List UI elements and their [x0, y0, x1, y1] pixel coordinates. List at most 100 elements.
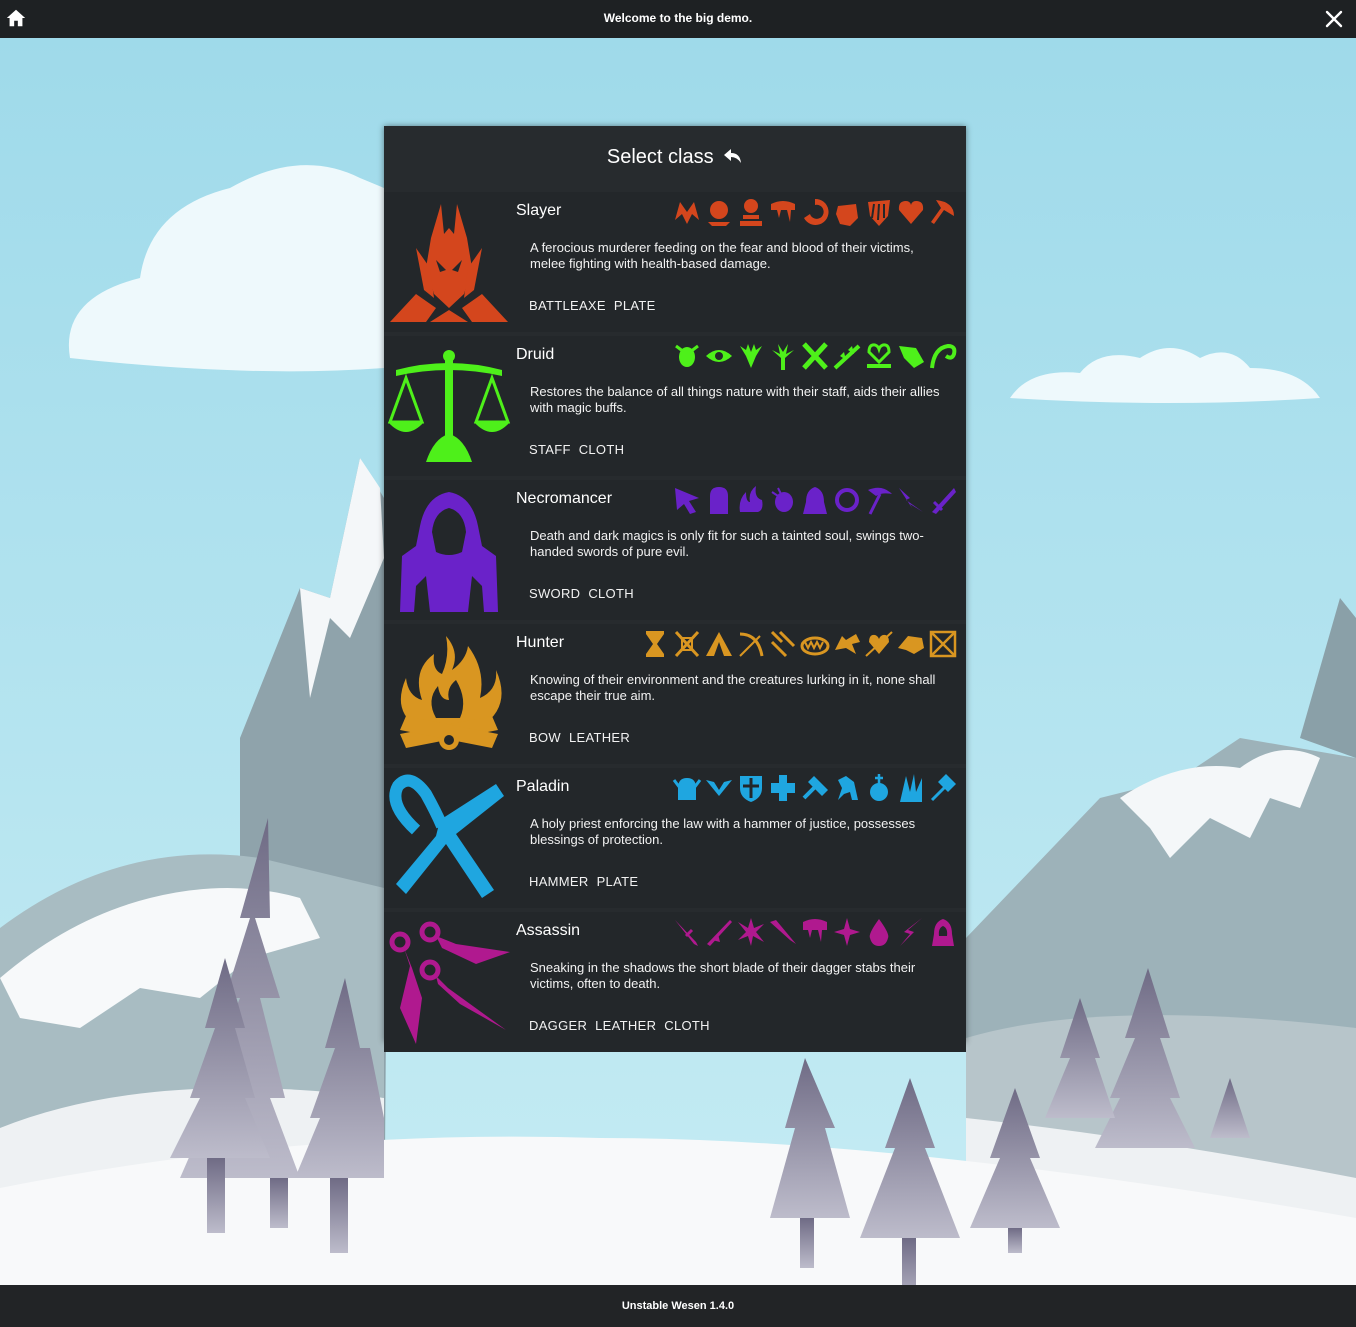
horse-skill-icon: [838, 776, 858, 800]
stag-skill-icon: [740, 344, 762, 368]
skill-icons-row: [672, 484, 958, 518]
gear-armor-alt: CLOTH: [664, 1018, 710, 1033]
star-burst-skill-icon: [738, 918, 764, 946]
class-card-assassin[interactable]: Assassin Sneaking in the shadows the sho…: [384, 912, 966, 1052]
demon-helmet-icon: [390, 204, 508, 322]
gear-armor: LEATHER: [568, 730, 631, 745]
claw-hand-skill-icon: [899, 346, 924, 368]
class-card-hunter[interactable]: Hunter Knowing of their environment and …: [384, 624, 966, 764]
heart-hand-skill-icon: [867, 343, 891, 368]
arrow-cursor-skill-icon: [675, 488, 699, 514]
skull-bones-skill-icon: [708, 201, 730, 226]
class-card-paladin[interactable]: Paladin A holy priest enforcing the law …: [384, 768, 966, 908]
crossed-branches-skill-icon: [802, 342, 828, 370]
throwing-knife-skill-icon: [707, 920, 732, 946]
heart-skill-icon: [898, 201, 924, 224]
leaping-beast-skill-icon: [898, 636, 924, 654]
gear-weapon: DAGGER: [529, 1018, 588, 1033]
class-card-necromancer[interactable]: Necromancer Death and dark magics is onl…: [384, 480, 966, 620]
angel-wings-skill-icon: [706, 780, 732, 796]
skill-icons-row: [672, 340, 958, 374]
crossbow-skill-icon: [929, 630, 957, 658]
arrow-rain-skill-icon: [770, 630, 796, 658]
gear-weapon: HAMMER: [529, 874, 589, 889]
title-bar: Welcome to the big demo.: [0, 0, 1356, 38]
class-gear: DAGGER LEATHER CLOTH: [529, 1018, 718, 1033]
skill-icons-row: [640, 628, 958, 662]
gear-armor: LEATHER: [595, 1018, 657, 1033]
shuriken-skill-icon: [834, 918, 860, 946]
class-select-panel: Select class Slayer A ferocious murderer…: [384, 126, 966, 1052]
eye-skill-icon: [706, 350, 732, 362]
gear-weapon: BOW: [529, 730, 561, 745]
axe-skill-icon: [931, 200, 954, 224]
class-card-druid[interactable]: Druid Restores the balance of all things…: [384, 336, 966, 476]
crossed-arrows-skill-icon: [674, 630, 700, 658]
skill-icons-row: [672, 196, 958, 230]
blood-drip-skill-icon: [771, 201, 795, 222]
version-label: Unstable Wesen 1.4.0: [621, 1300, 735, 1312]
dark-flames-skill-icon: [739, 486, 763, 512]
class-description: A holy priest enforcing the law with a h…: [530, 816, 916, 847]
wind-skill-icon: [930, 343, 957, 369]
hooded-figure-icon: [400, 492, 498, 612]
bear-trap-skill-icon: [800, 636, 830, 656]
lightning-dash-skill-icon: [900, 918, 922, 946]
hooded-mage-skill-icon: [803, 487, 827, 514]
tree-skill-icon: [772, 344, 794, 370]
class-name: Druid: [516, 346, 555, 363]
pierced-heart-skill-icon: [865, 631, 893, 657]
gear-armor: CLOTH: [588, 586, 634, 601]
class-description: Knowing of their environment and the cre…: [530, 672, 936, 703]
skill-icons-row: [672, 772, 958, 806]
class-name: Necromancer: [516, 490, 613, 507]
class-gear: HAMMER PLATE: [529, 874, 646, 889]
claw-shield-skill-icon: [868, 200, 890, 226]
vine-skill-icon: [833, 344, 861, 370]
tent-skill-icon: [706, 632, 732, 656]
fist-skill-icon: [836, 204, 858, 226]
war-hammer-skill-icon: [930, 774, 956, 802]
orb-cross-skill-icon: [870, 774, 888, 801]
tombstone-skill-icon: [710, 487, 728, 514]
class-gear: STAFF CLOTH: [529, 442, 632, 457]
hooded-assassin-skill-icon: [932, 919, 954, 946]
poison-drip-skill-icon: [803, 919, 827, 942]
gear-armor: PLATE: [596, 874, 639, 889]
bow-shot-skill-icon: [739, 632, 764, 657]
class-name: Paladin: [516, 778, 570, 795]
class-description: Restores the balance of all things natur…: [530, 384, 940, 415]
gear-armor: PLATE: [613, 298, 656, 313]
holy-cross-skill-icon: [771, 775, 795, 801]
class-gear: BOW LEATHER: [529, 730, 638, 745]
back-arrow-icon[interactable]: [723, 147, 743, 165]
class-description: Death and dark magics is only fit for su…: [530, 528, 924, 559]
skill-icons-row: [672, 916, 958, 950]
gear-armor: CLOTH: [578, 442, 625, 457]
ankh-icon: [389, 774, 504, 898]
shatter-skill-icon: [899, 488, 923, 512]
holy-light-skill-icon: [900, 774, 922, 802]
class-name: Slayer: [516, 202, 562, 219]
class-name: Assassin: [516, 922, 581, 939]
scythe-skill-icon: [868, 487, 892, 515]
campfire-icon: [400, 636, 502, 750]
cross-shield-skill-icon: [740, 776, 762, 802]
close-icon[interactable]: [1324, 9, 1344, 29]
kunai-icon: [389, 921, 510, 1044]
class-gear: SWORD CLOTH: [529, 586, 642, 601]
cursed-sword-skill-icon: [932, 488, 956, 514]
winged-helm-skill-icon: [672, 778, 702, 800]
gear-weapon: STAFF: [529, 442, 571, 457]
skull-pedestal-skill-icon: [740, 199, 762, 226]
wolf-skill-icon: [835, 634, 860, 654]
stab-skill-icon: [770, 920, 796, 944]
class-description: A ferocious murderer feeding on the fear…: [530, 240, 914, 271]
gear-weapon: SWORD: [529, 586, 581, 601]
hammer-strike-skill-icon: [802, 776, 828, 800]
gear-weapon: BATTLEAXE: [529, 298, 606, 313]
class-description: Sneaking in the shadows the short blade …: [530, 960, 916, 991]
class-name: Hunter: [516, 634, 565, 651]
swirl-strike-skill-icon: [804, 198, 829, 225]
class-card-slayer[interactable]: Slayer A ferocious murderer feeding on t…: [384, 192, 966, 332]
